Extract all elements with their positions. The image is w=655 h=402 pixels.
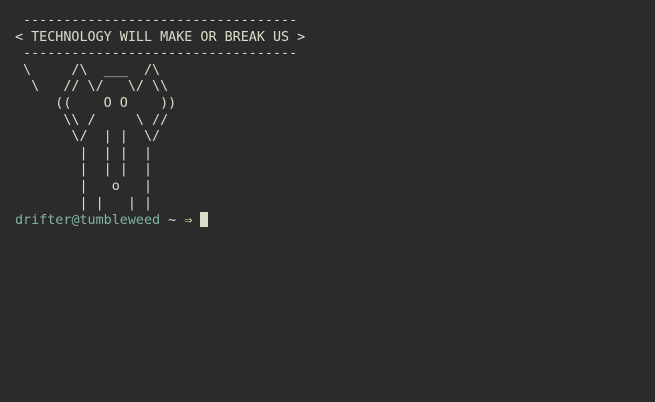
ascii-art-line: | | | | <box>15 195 153 211</box>
ascii-art-line: | | | | <box>15 145 153 161</box>
prompt-username: drifter <box>15 213 72 229</box>
ascii-art-line: | o | <box>15 178 153 194</box>
terminal-window[interactable]: ---------------------------------- < TEC… <box>0 0 655 402</box>
ascii-art-line: \/ | | \/ <box>15 129 161 145</box>
speech-bubble-bottom-border: ---------------------------------- <box>15 46 298 62</box>
ascii-art-line: (( O O )) <box>15 95 177 111</box>
command-prompt[interactable]: drifter@tumbleweed ~ ⇒ <box>15 212 655 229</box>
speech-bubble-message: < TECHNOLOGY WILL MAKE OR BREAK US > <box>15 29 306 45</box>
prompt-at-sign: @ <box>71 213 80 229</box>
prompt-path: ~ <box>160 213 185 229</box>
prompt-hostname: tumbleweed <box>79 213 161 229</box>
ascii-art-line: \ // \/ \/ \\ <box>15 79 169 95</box>
ascii-art-line: \\ / \ // <box>15 112 169 128</box>
ascii-art-line: \ /\ ___ /\ <box>15 62 161 78</box>
text-cursor[interactable] <box>200 212 209 228</box>
prompt-arrow-icon: ⇒ <box>184 213 193 229</box>
ascii-art-line: | | | | <box>15 162 153 178</box>
cowsay-output: ---------------------------------- < TEC… <box>15 13 655 212</box>
speech-bubble-top-border: ---------------------------------- <box>15 13 298 28</box>
